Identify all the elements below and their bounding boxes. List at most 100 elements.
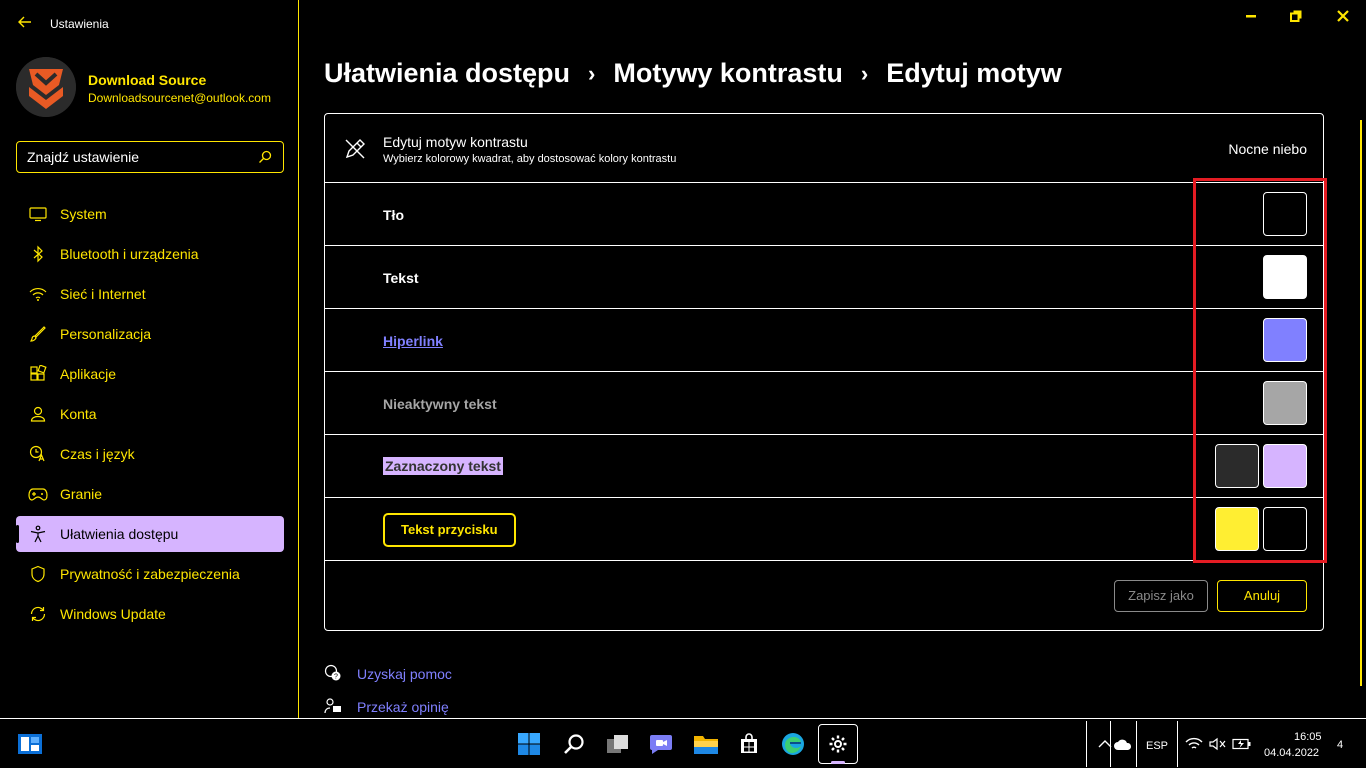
sidebar-item-label: Granie xyxy=(60,486,103,502)
bluetooth-icon xyxy=(16,236,60,272)
store-button[interactable] xyxy=(733,728,765,760)
save-as-button[interactable]: Zapisz jako xyxy=(1114,580,1208,612)
sidebar-item-time-language[interactable]: Czas i język xyxy=(16,436,284,472)
clock-time[interactable]: 16:05 xyxy=(1294,731,1322,743)
sidebar-item-privacy[interactable]: Prywatność i zabezpieczenia xyxy=(16,556,284,592)
user-email: Downloadsourcenet@outlook.com xyxy=(88,91,271,105)
cancel-button[interactable]: Anuluj xyxy=(1217,580,1307,612)
sidebar-item-windows-update[interactable]: Windows Update xyxy=(16,596,284,632)
color-row-background: Tło xyxy=(325,183,1323,246)
minimize-button[interactable] xyxy=(1240,6,1262,28)
onedrive-button[interactable] xyxy=(1107,728,1139,760)
sidebar-item-bluetooth[interactable]: Bluetooth i urządzenia xyxy=(16,236,284,272)
give-feedback-link[interactable]: Przekaż opinię xyxy=(357,699,449,715)
minimize-icon xyxy=(1246,15,1256,18)
breadcrumb-item-accessibility[interactable]: Ułatwienia dostępu xyxy=(324,58,570,89)
clock-language-icon xyxy=(16,436,60,472)
settings-app-button[interactable] xyxy=(822,728,854,760)
breadcrumb-item-edit-theme: Edytuj motyw xyxy=(886,58,1062,88)
search-icon xyxy=(564,734,584,754)
search-icon xyxy=(259,150,272,163)
start-button[interactable] xyxy=(513,728,545,760)
feedback-icon xyxy=(324,698,341,714)
sidebar-item-label: System xyxy=(60,206,107,222)
row-label: Zaznaczony tekst xyxy=(383,457,503,475)
back-button[interactable] xyxy=(14,14,36,36)
user-name: Download Source xyxy=(88,72,207,88)
sidebar-item-system[interactable]: System xyxy=(16,196,284,232)
sidebar-item-personalization[interactable]: Personalizacja xyxy=(16,316,284,352)
search-input[interactable] xyxy=(27,142,247,172)
edit-theme-card: Edytuj motyw kontrastu Wybierz kolorowy … xyxy=(324,113,1324,631)
sidebar-item-accounts[interactable]: Konta xyxy=(16,396,284,432)
sidebar-divider xyxy=(298,0,299,718)
brush-icon xyxy=(16,316,60,352)
gear-icon xyxy=(829,735,847,753)
help-icon: ? xyxy=(324,664,341,681)
sidebar-item-label: Aplikacje xyxy=(60,366,117,382)
sidebar-item-accessibility[interactable]: Ułatwienia dostępu xyxy=(16,516,284,552)
restore-button[interactable] xyxy=(1285,6,1307,28)
color-row-text: Tekst xyxy=(325,246,1323,309)
clock-date[interactable]: 04.04.2022 xyxy=(1264,747,1319,759)
windows-start-icon xyxy=(518,733,540,755)
chat-icon xyxy=(650,735,672,754)
sidebar-item-label: Konta xyxy=(60,406,97,422)
file-explorer-button[interactable] xyxy=(690,728,722,760)
sidebar-item-gaming[interactable]: Granie xyxy=(16,476,284,512)
wifi-icon xyxy=(16,276,60,312)
scrollbar[interactable] xyxy=(1360,120,1362,686)
sidebar-item-label: Ułatwienia dostępu xyxy=(60,526,179,542)
row-label: Hiperlink xyxy=(383,333,443,349)
edit-pencil-icon xyxy=(345,139,365,159)
edge-button[interactable] xyxy=(777,728,809,760)
sidebar-item-label: Windows Update xyxy=(60,606,166,622)
cloud-icon xyxy=(1114,739,1132,750)
sidebar-item-label: Bluetooth i urządzenia xyxy=(60,246,199,262)
app-title: Ustawienia xyxy=(50,17,109,31)
folder-icon xyxy=(694,736,718,754)
notification-count[interactable]: 4 xyxy=(1337,739,1343,751)
row-label: Tekst xyxy=(383,270,419,286)
search-box[interactable] xyxy=(16,141,284,173)
arrow-left-icon xyxy=(18,16,31,28)
button-text-preview: Tekst przycisku xyxy=(383,513,516,547)
get-help-link[interactable]: Uzyskaj pomoc xyxy=(357,666,452,682)
store-icon xyxy=(741,733,757,753)
taskbar: ESP 16:05 04.04.2022 4 xyxy=(0,718,1366,768)
active-app-indicator xyxy=(831,761,845,764)
taskbar-separator xyxy=(1136,721,1137,767)
highlight-annotation-box xyxy=(1193,178,1327,563)
taskbar-search-button[interactable] xyxy=(558,728,590,760)
card-title: Edytuj motyw kontrastu xyxy=(383,134,528,150)
theme-name: Nocne niebo xyxy=(1228,141,1307,157)
sidebar-item-network[interactable]: Sieć i Internet xyxy=(16,276,284,312)
widgets-button[interactable] xyxy=(14,728,46,760)
widgets-icon xyxy=(18,734,42,754)
card-subtitle: Wybierz kolorowy kwadrat, aby dostosować… xyxy=(383,153,677,165)
battery-button[interactable] xyxy=(1226,728,1258,760)
color-row-selected-text: Zaznaczony tekst xyxy=(325,435,1323,498)
battery-charging-icon xyxy=(1232,738,1251,750)
teams-chat-button[interactable] xyxy=(645,728,677,760)
gamepad-icon xyxy=(16,476,60,512)
restore-icon xyxy=(1290,10,1302,22)
apps-icon xyxy=(16,356,60,392)
task-view-icon xyxy=(607,735,628,753)
close-button[interactable] xyxy=(1332,6,1354,28)
color-row-hyperlink: Hiperlink xyxy=(325,309,1323,372)
breadcrumb-item-contrast-themes[interactable]: Motywy kontrastu xyxy=(613,58,843,89)
sidebar-item-apps[interactable]: Aplikacje xyxy=(16,356,284,392)
person-icon xyxy=(16,396,60,432)
accessibility-icon xyxy=(16,516,60,552)
sidebar-item-label: Personalizacja xyxy=(60,326,152,342)
breadcrumb-separator: › xyxy=(588,60,596,86)
avatar[interactable] xyxy=(16,57,76,117)
input-language[interactable]: ESP xyxy=(1146,740,1168,752)
task-view-button[interactable] xyxy=(602,728,634,760)
taskbar-separator xyxy=(1086,721,1087,767)
update-icon xyxy=(16,596,60,632)
row-label: Nieaktywny tekst xyxy=(383,396,497,412)
wifi-icon xyxy=(1185,737,1203,749)
speaker-muted-icon xyxy=(1209,737,1226,751)
